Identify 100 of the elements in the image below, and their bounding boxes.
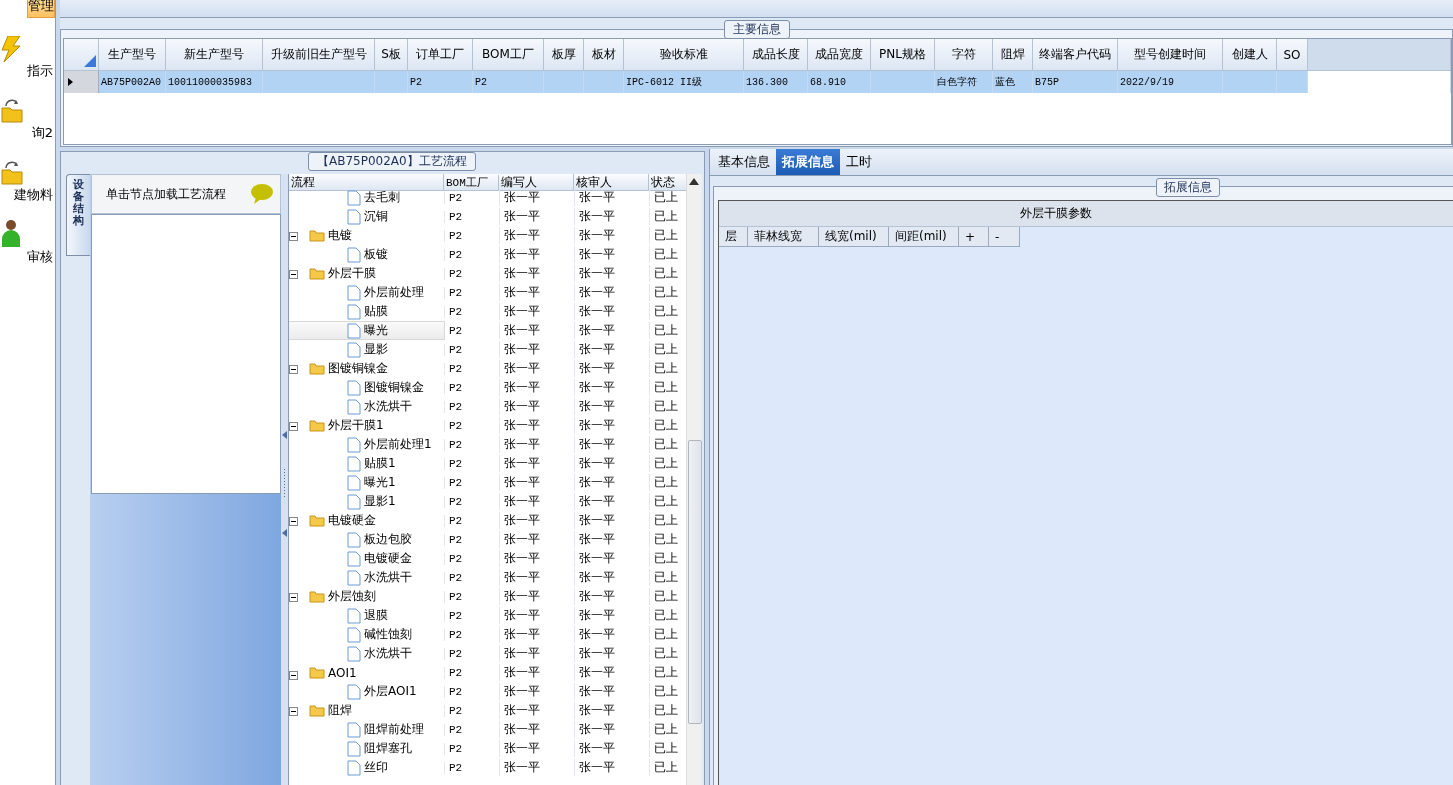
column-header[interactable]: 成品宽度 [808,39,871,71]
column-header[interactable]: 新生产型号 [166,39,263,71]
column-header[interactable]: 层 [719,227,748,247]
tree-node[interactable]: 显影 [289,341,444,358]
tree-node[interactable]: 外层前处理 [289,284,444,301]
tab[interactable]: 拓展信息 [776,149,840,175]
column-header[interactable]: 间距(mil) [889,227,959,247]
collapse-box-icon[interactable] [289,593,298,602]
tree-node[interactable]: 外层前处理1 [289,436,444,453]
tree-node[interactable]: 电镀硬金 [289,550,444,567]
table-cell: P2 [444,590,499,603]
tree-node[interactable]: 贴膜1 [289,455,444,472]
column-header[interactable]: 菲林线宽 [748,227,819,247]
column-header[interactable]: S板 [375,39,408,71]
table-cell: 张一平 [499,265,574,282]
tree-node[interactable]: 去毛刺 [289,189,444,206]
splitter-grip-icon[interactable] [283,469,286,499]
column-header[interactable]: 订单工厂 [408,39,473,71]
document-icon [347,683,361,700]
tree-node[interactable]: 沉铜 [289,208,444,225]
table-cell: 蓝色 [993,71,1033,93]
column-header[interactable]: 升级前旧生产型号 [263,39,375,71]
column-header[interactable]: SO [1277,39,1308,71]
tree-node[interactable]: 显影1 [289,493,444,510]
column-header[interactable]: 板厚 [544,39,584,71]
column-header[interactable]: - [989,227,1020,247]
collapse-box-icon[interactable] [289,270,298,279]
column-header[interactable]: 核审人 [574,174,649,191]
collapse-box-icon[interactable] [289,670,298,680]
tree-node[interactable]: 曝光1 [289,474,444,491]
tree-node[interactable]: 曝光 [289,322,444,339]
tree-node[interactable]: 水洗烘干 [289,569,444,586]
table-cell: 张一平 [499,379,574,396]
tree-node[interactable]: 板镀 [289,246,444,263]
column-header[interactable]: 成品长度 [744,39,808,71]
column-header[interactable]: BOM工厂 [473,39,544,71]
tree-node[interactable]: 碱性蚀刻 [289,626,444,643]
collapse-arrow-icon[interactable] [282,529,287,537]
table-cell: P2 [444,514,499,527]
tree-node[interactable]: 水洗烘干 [289,645,444,662]
tab[interactable]: 工时 [840,149,878,175]
column-header[interactable]: 板材 [584,39,624,71]
column-header[interactable]: 编写人 [499,174,574,191]
tree-node[interactable]: 退膜 [289,607,444,624]
tree-node[interactable]: 阻焊前处理 [289,721,444,738]
side-tab[interactable]: 设备结构 [66,174,90,256]
tree-node[interactable]: 丝印 [289,759,444,776]
tree-node[interactable]: 水洗烘干 [289,398,444,415]
table-cell: 张一平 [499,493,574,510]
tree-node[interactable]: 图镀铜镍金 [289,379,444,396]
collapse-box-icon[interactable] [289,707,298,716]
tree-node[interactable]: 贴膜 [289,303,444,320]
scrollbar-thumb[interactable] [688,440,702,724]
tree-node[interactable]: 外层干膜1 [289,417,444,434]
tree-node[interactable]: AOI1 [289,665,444,680]
column-header[interactable]: 阻焊 [993,39,1033,71]
document-icon [347,645,361,662]
column-header[interactable]: PNL规格 [871,39,935,71]
tree-node[interactable]: 外层干膜 [289,265,444,282]
column-header[interactable]: BOM工厂 [444,175,499,190]
tree-node[interactable]: 电镀硬金 [289,512,444,529]
collapse-box-icon[interactable] [289,517,298,526]
collapse-box-icon[interactable] [289,232,298,241]
scroll-up-icon[interactable] [689,178,699,185]
collapse-box-icon[interactable] [289,422,298,431]
tree-node[interactable]: 阻焊 [289,702,444,719]
table-cell: 张一平 [574,379,649,396]
sidebar-item[interactable]: 询2 [31,124,55,142]
column-header[interactable]: 终端客户代码 [1033,39,1118,71]
table-cell: 白色字符 [935,71,993,93]
column-header[interactable]: 线宽(mil) [819,227,889,247]
tree-node[interactable]: 图镀铜镍金 [289,360,444,377]
sidebar-item[interactable]: 建物料 [14,186,55,204]
table-cell: 张一平 [574,208,649,225]
collapse-box-icon[interactable] [289,365,298,374]
column-header[interactable]: 型号创建时间 [1118,39,1223,71]
column-header[interactable]: + [959,227,989,247]
collapse-arrow-icon[interactable] [282,431,287,439]
row-header[interactable] [64,71,99,93]
tab[interactable]: 基本信息 [712,149,776,175]
column-header[interactable]: 生产型号 [99,39,166,71]
sidebar-item[interactable]: 指示 [27,62,55,80]
column-header[interactable]: 字符 [935,39,993,71]
table-cell: 张一平 [499,455,574,472]
column-header[interactable]: 创建人 [1223,39,1277,71]
sidebar-item[interactable]: 管理 [27,0,55,18]
tree-node[interactable]: 板边包胶 [289,531,444,548]
tree-node[interactable]: 阻焊塞孔 [289,740,444,757]
tree-node[interactable]: 电镀 [289,227,444,244]
table-cell: 张一平 [574,474,649,491]
tree-node[interactable]: 外层蚀刻 [289,588,444,605]
column-header[interactable]: 验收标准 [624,39,744,71]
table-cell: 张一平 [574,588,649,605]
table-cell: 张一平 [574,417,649,434]
panel-title: 【AB75P002A0】工艺流程 [308,152,476,171]
sidebar-item[interactable]: 审核 [27,248,55,266]
table-cell: 张一平 [499,759,574,776]
table-cell: 张一平 [574,569,649,586]
table-cell: 张一平 [574,341,649,358]
tree-node[interactable]: 外层AOI1 [289,683,444,700]
